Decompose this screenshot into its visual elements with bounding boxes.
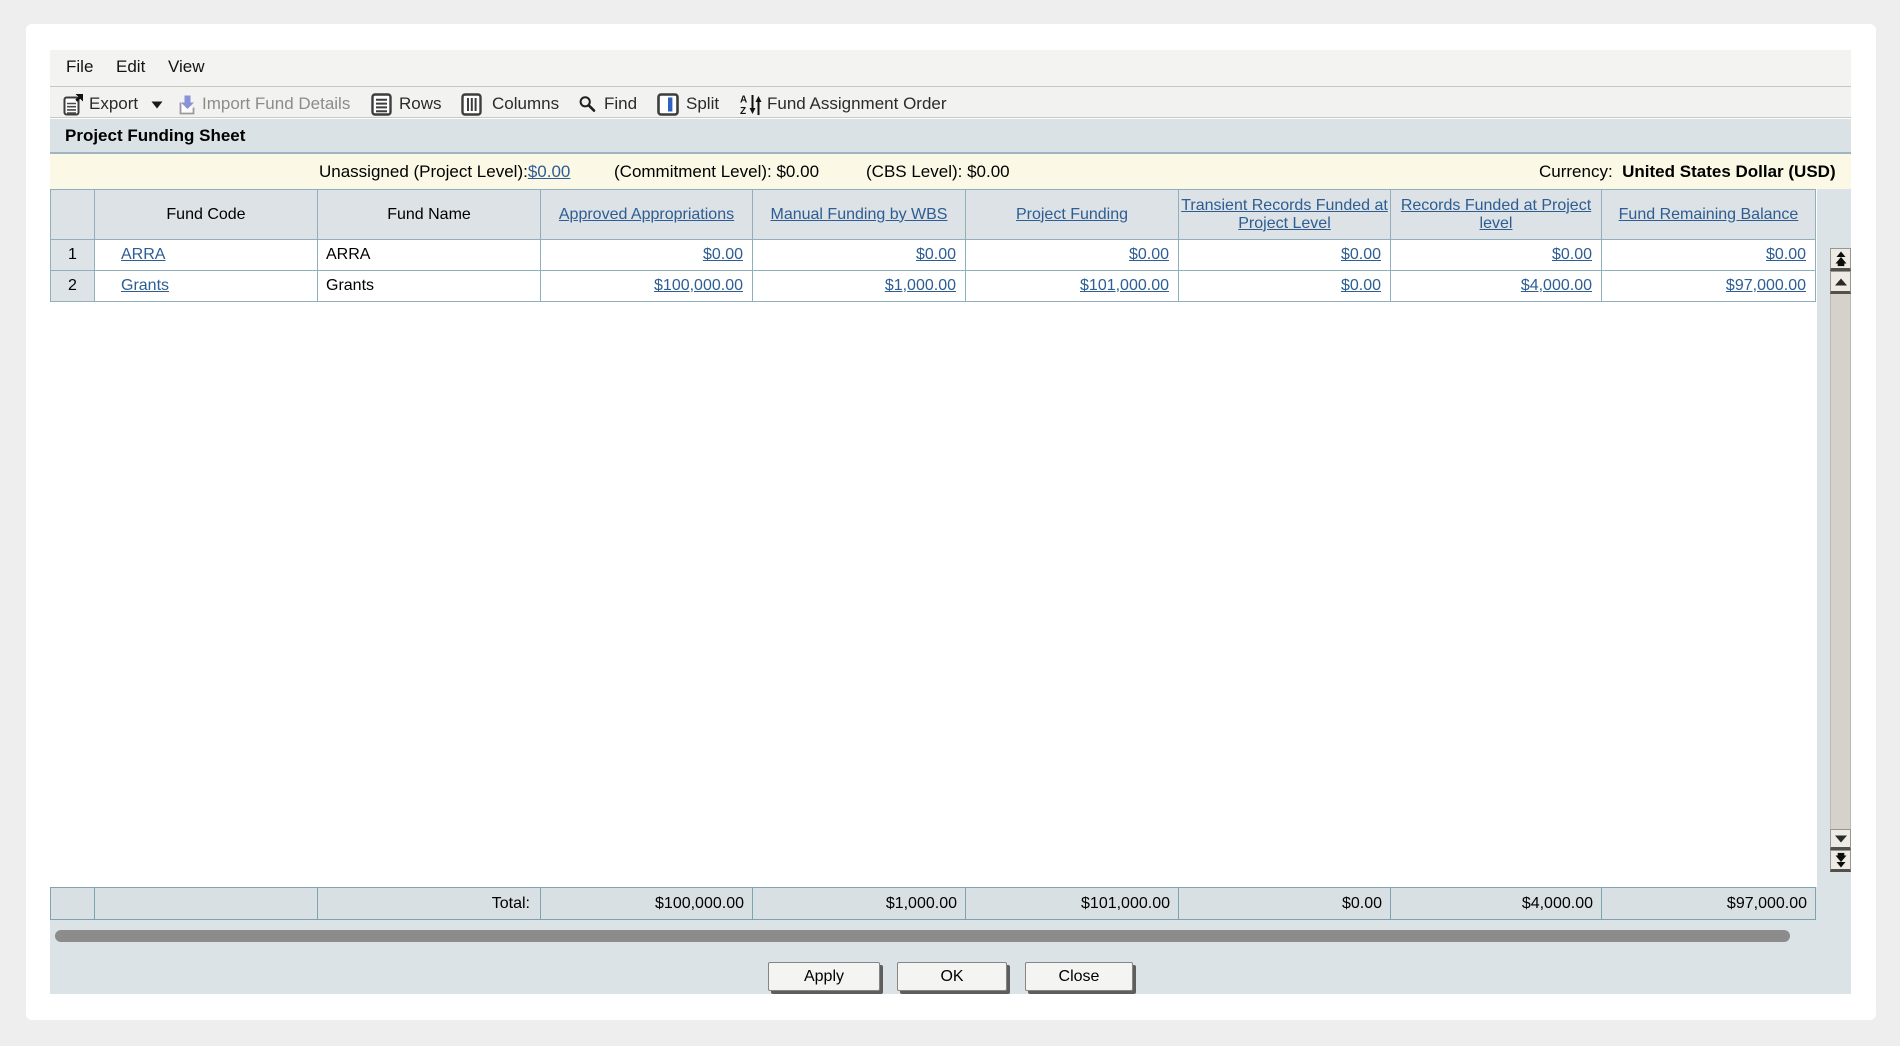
svg-text:Z: Z [740,106,746,117]
svg-text:A: A [740,95,747,106]
